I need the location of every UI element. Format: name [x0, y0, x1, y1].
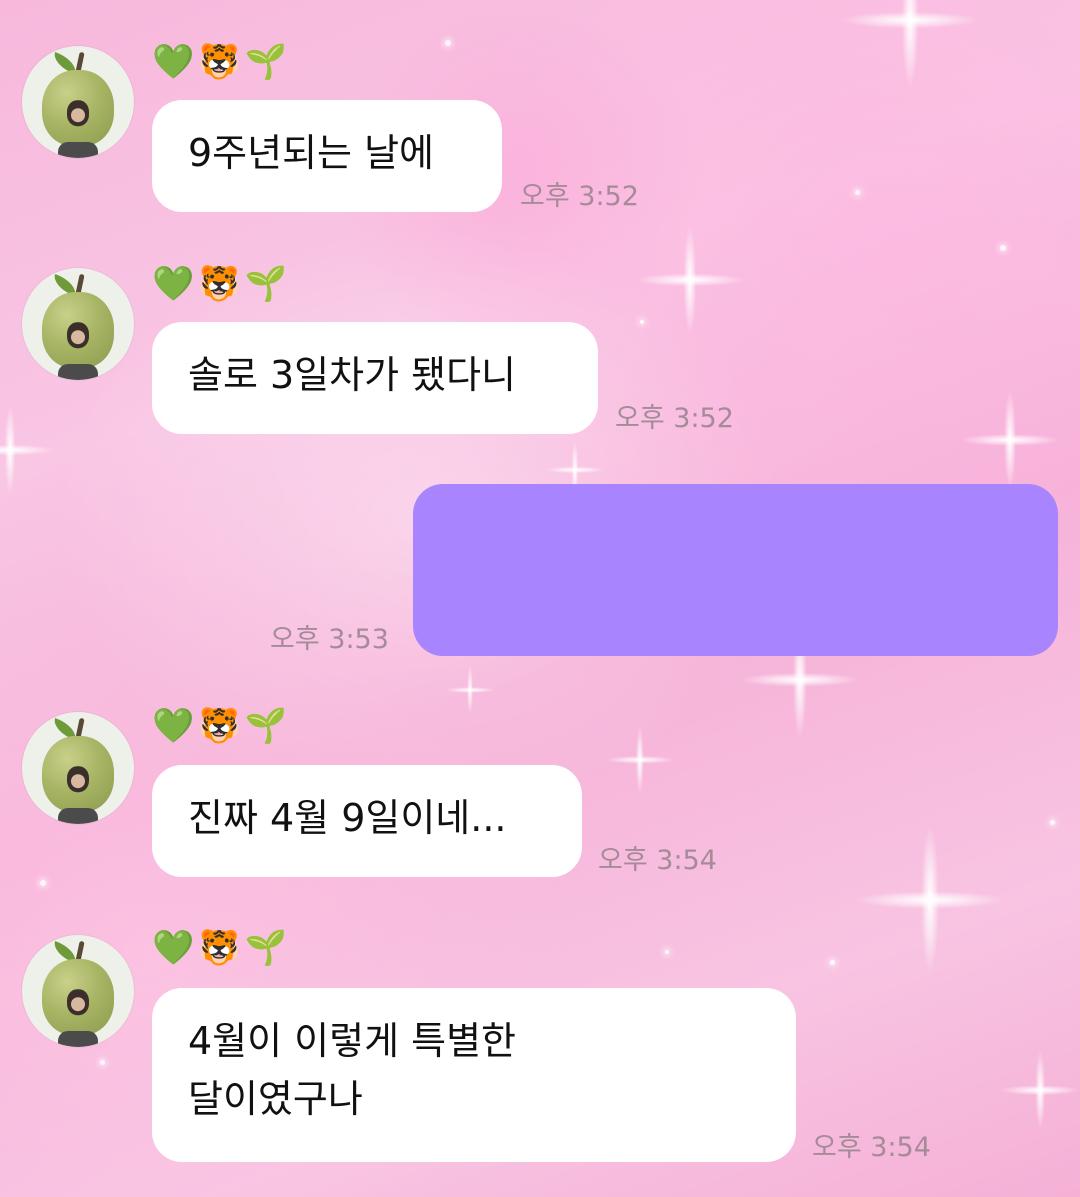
sender-name: 💚 🐯 🌱 [152, 264, 287, 304]
green-heart-icon: 💚 [152, 42, 195, 82]
green-heart-icon: 💚 [152, 264, 195, 304]
sender-avatar[interactable] [22, 46, 134, 158]
message-time: 오후 3:54 [598, 845, 717, 876]
sender-avatar[interactable] [22, 712, 134, 824]
seedling-icon: 🌱 [244, 928, 288, 968]
seedling-icon: 🌱 [244, 706, 288, 746]
message-bubble[interactable]: 4월이 이렇게 특별한 달이였구나 [152, 988, 796, 1162]
tiger-icon: 🐯 [198, 264, 241, 304]
seedling-icon: 🌱 [244, 42, 288, 82]
message-time: 오후 3:52 [615, 403, 734, 434]
message-time: 오후 3:53 [270, 624, 389, 655]
outgoing-message-bubble[interactable] [413, 484, 1058, 656]
tiger-icon: 🐯 [198, 42, 241, 82]
tiger-icon: 🐯 [198, 706, 241, 746]
message-time: 오후 3:52 [520, 181, 639, 212]
message-bubble[interactable]: 솔로 3일차가 됐다니 [152, 322, 598, 434]
sender-name: 💚 🐯 🌱 [152, 928, 287, 968]
green-heart-icon: 💚 [152, 706, 195, 746]
seedling-icon: 🌱 [244, 264, 288, 304]
sender-avatar[interactable] [22, 935, 134, 1047]
green-heart-icon: 💚 [152, 928, 195, 968]
message-bubble[interactable]: 진짜 4월 9일이네... [152, 765, 582, 877]
sender-name: 💚 🐯 🌱 [152, 42, 287, 82]
sender-avatar[interactable] [22, 268, 134, 380]
sender-name: 💚 🐯 🌱 [152, 706, 287, 746]
tiger-icon: 🐯 [198, 928, 241, 968]
message-time: 오후 3:54 [812, 1132, 931, 1163]
message-bubble[interactable]: 9주년되는 날에 [152, 100, 502, 212]
